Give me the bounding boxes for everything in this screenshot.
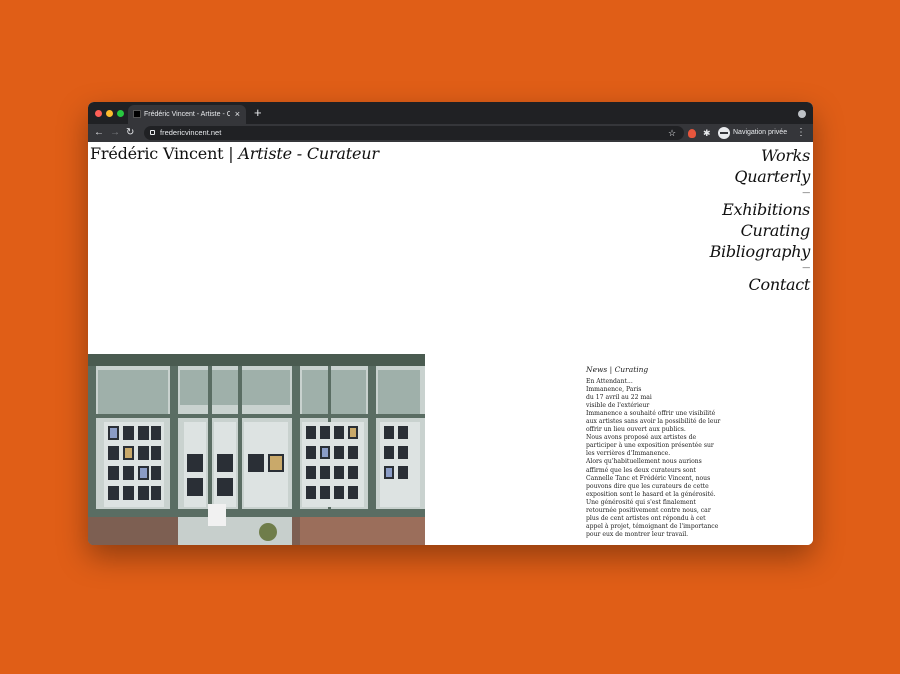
nav-curating[interactable]: Curating — [710, 220, 811, 241]
reload-icon[interactable]: ↻ — [126, 125, 134, 141]
nav-divider: — — [802, 263, 810, 272]
extension-icon[interactable] — [688, 129, 696, 138]
news-body: En Attendant... Immanence, Paris du 17 a… — [586, 378, 721, 538]
title-separator: | — [223, 144, 239, 163]
tab-strip: Frédéric Vincent - Artiste - Cu × + — [88, 102, 813, 124]
new-tab-button[interactable]: + — [254, 105, 262, 121]
profile-icon[interactable] — [798, 110, 806, 118]
incognito-label: Navigation privée — [733, 129, 788, 136]
close-window-button[interactable] — [95, 110, 102, 117]
extensions-puzzle-icon[interactable]: ✱ — [703, 125, 711, 141]
lock-icon — [150, 130, 155, 135]
site-title[interactable]: Frédéric Vincent | Artiste - Curateur — [90, 144, 379, 163]
incognito-icon — [718, 127, 730, 139]
minimize-window-button[interactable] — [106, 110, 113, 117]
browser-window: Frédéric Vincent - Artiste - Cu × + ← → … — [88, 102, 813, 545]
browser-menu-icon[interactable]: ⋮ — [796, 125, 806, 141]
incognito-indicator[interactable]: Navigation privée — [718, 126, 787, 140]
news-heading[interactable]: News | Curating — [586, 365, 736, 374]
main-navigation: Works Quarterly — Exhibitions Curating B… — [710, 145, 811, 295]
greenhouse-windows-image — [88, 354, 425, 545]
site-role: Artiste - Curateur — [238, 144, 379, 163]
nav-contact[interactable]: Contact — [710, 274, 811, 295]
browser-tab[interactable]: Frédéric Vincent - Artiste - Cu × — [128, 105, 246, 124]
exhibition-photo[interactable] — [88, 354, 425, 545]
tab-title: Frédéric Vincent - Artiste - Cu — [144, 111, 230, 118]
web-page: Frédéric Vincent | Artiste - Curateur Wo… — [88, 142, 813, 545]
maximize-window-button[interactable] — [117, 110, 124, 117]
back-icon[interactable]: ← — [94, 125, 104, 141]
nav-quarterly[interactable]: Quarterly — [710, 166, 810, 187]
address-bar[interactable]: fredericvincent.net — [144, 126, 684, 140]
bookmark-star-icon[interactable]: ☆ — [668, 125, 676, 141]
nav-exhibitions[interactable]: Exhibitions — [710, 199, 810, 220]
nav-bibliography[interactable]: Bibliography — [710, 241, 811, 262]
url-text: fredericvincent.net — [160, 128, 222, 137]
news-block: News | Curating En Attendant... Immanenc… — [586, 365, 736, 539]
nav-works[interactable]: Works — [710, 145, 810, 166]
forward-icon[interactable]: → — [110, 125, 120, 141]
site-name: Frédéric Vincent — [90, 144, 224, 163]
browser-toolbar: ← → ↻ fredericvincent.net ☆ ✱ Navigation… — [88, 124, 813, 142]
tab-close-icon[interactable]: × — [235, 105, 240, 124]
favicon-icon — [133, 110, 141, 118]
nav-divider: — — [802, 188, 810, 197]
